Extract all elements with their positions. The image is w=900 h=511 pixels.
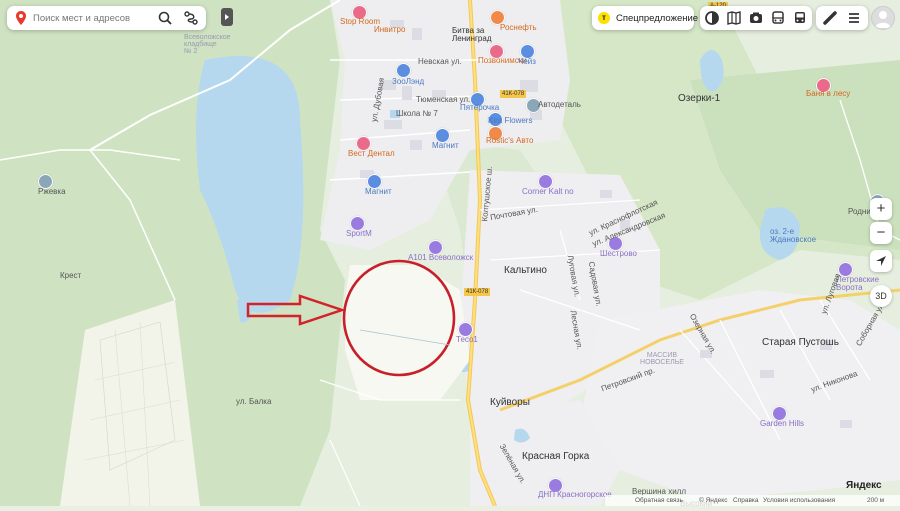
ul-balka-label: ул. Балка [236, 397, 272, 406]
scale-label: 200 м [867, 497, 885, 504]
massiv-label: МАССИВ НОВОСЕЛЬЕ [640, 352, 684, 366]
search-icon[interactable] [157, 10, 173, 26]
layers-icon[interactable] [704, 10, 720, 26]
zoo-label: ЗооЛэнд [392, 77, 425, 86]
route-icon[interactable] [183, 10, 199, 26]
rostic-label: Rostic's Авто [486, 136, 534, 145]
search-box[interactable] [7, 6, 206, 30]
school-label: Школа № 7 [396, 109, 438, 118]
navigation-arrow-icon [876, 256, 886, 266]
search-input[interactable] [33, 10, 153, 26]
footer-feedback-link[interactable]: Обратная связь [635, 495, 683, 506]
lake-label: оз. 2-е Ждановское [770, 227, 817, 244]
ozerki-label: Озерки-1 [678, 93, 721, 104]
garden-label: Garden Hills [760, 419, 805, 428]
view-3d-button[interactable]: 3D [870, 285, 892, 307]
pyaterochka-label: Пятёрочка [460, 103, 500, 112]
autodetal-label: Автодеталь [538, 100, 581, 109]
zoo-poi[interactable] [396, 63, 411, 78]
collapse-panel-button[interactable] [221, 8, 233, 26]
invitro-label: Инвитро [374, 25, 406, 34]
map-footer: © Яндекс Условия использования Справка О… [605, 495, 900, 506]
locate-button[interactable] [870, 250, 892, 272]
special-offer-label: Спецпредложение [616, 13, 699, 24]
banya-label: Баня в лесу [806, 89, 851, 98]
footer-copyright: © Яндекс [699, 497, 728, 504]
dnp-label: ДНП Красногорское [538, 490, 612, 499]
yandex-logo: Яндекс [846, 480, 882, 491]
chejs-label: Чейз [518, 57, 536, 66]
location-pin-icon [16, 11, 26, 25]
user-icon [875, 11, 891, 28]
map-book-icon[interactable] [726, 10, 742, 26]
tools-toolbar [816, 6, 868, 30]
footer-help-link[interactable]: Справка [733, 495, 759, 506]
bitva-label: Битва за Ленинград [452, 26, 492, 43]
staraya-label: Старая Пустошь [762, 337, 839, 348]
a101-label: А101 Всеволожск [408, 253, 474, 262]
transport-icon[interactable] [792, 10, 808, 26]
footer-terms-link[interactable]: Условия использования [763, 495, 835, 506]
menu-icon[interactable] [846, 10, 862, 26]
tesa-label: Тесо1 [456, 335, 478, 344]
special-offer-button[interactable]: т Спецпредложение [592, 6, 698, 30]
magnit1-label: Магнит [432, 141, 459, 150]
taxi-badge-icon: т [598, 12, 610, 24]
road-41k-label: 41К-078 [500, 90, 527, 98]
zoom-out-button[interactable]: − [870, 222, 892, 244]
ruler-icon[interactable] [822, 10, 838, 26]
rzhevka-label: Ржевка [38, 187, 66, 196]
shtrovo-label: Шестрово [600, 249, 637, 258]
rosneft-label: Роснефть [500, 23, 537, 32]
road-41k-2-label: 41К-078 [464, 288, 491, 296]
traffic-icon[interactable] [770, 10, 786, 26]
kira-label: Kira Flowers [488, 116, 533, 125]
zoom-in-button[interactable]: + [870, 198, 892, 220]
cemetery-label: Всеволожское кладбище № 2 [184, 34, 231, 55]
camera-icon[interactable] [748, 10, 764, 26]
kuivory-label: Куйворы [490, 397, 530, 408]
petrovskie-label: Петровские Ворота [836, 275, 880, 292]
user-avatar[interactable] [871, 6, 895, 30]
kaltino-label: Кальтино [504, 265, 547, 276]
play-icon [225, 14, 229, 20]
nevskaya-label: Невская ул. [418, 57, 462, 66]
corner-label: Corner Kalt no [522, 187, 574, 196]
sportm-label: SportM [346, 229, 372, 238]
layers-toolbar [700, 6, 812, 30]
vest-label: Вест Дентал [348, 149, 395, 158]
krasnaya-label: Красная Горка [522, 451, 590, 462]
magnit2-label: Магнит [365, 187, 392, 196]
krest-label: Крест [60, 271, 82, 280]
